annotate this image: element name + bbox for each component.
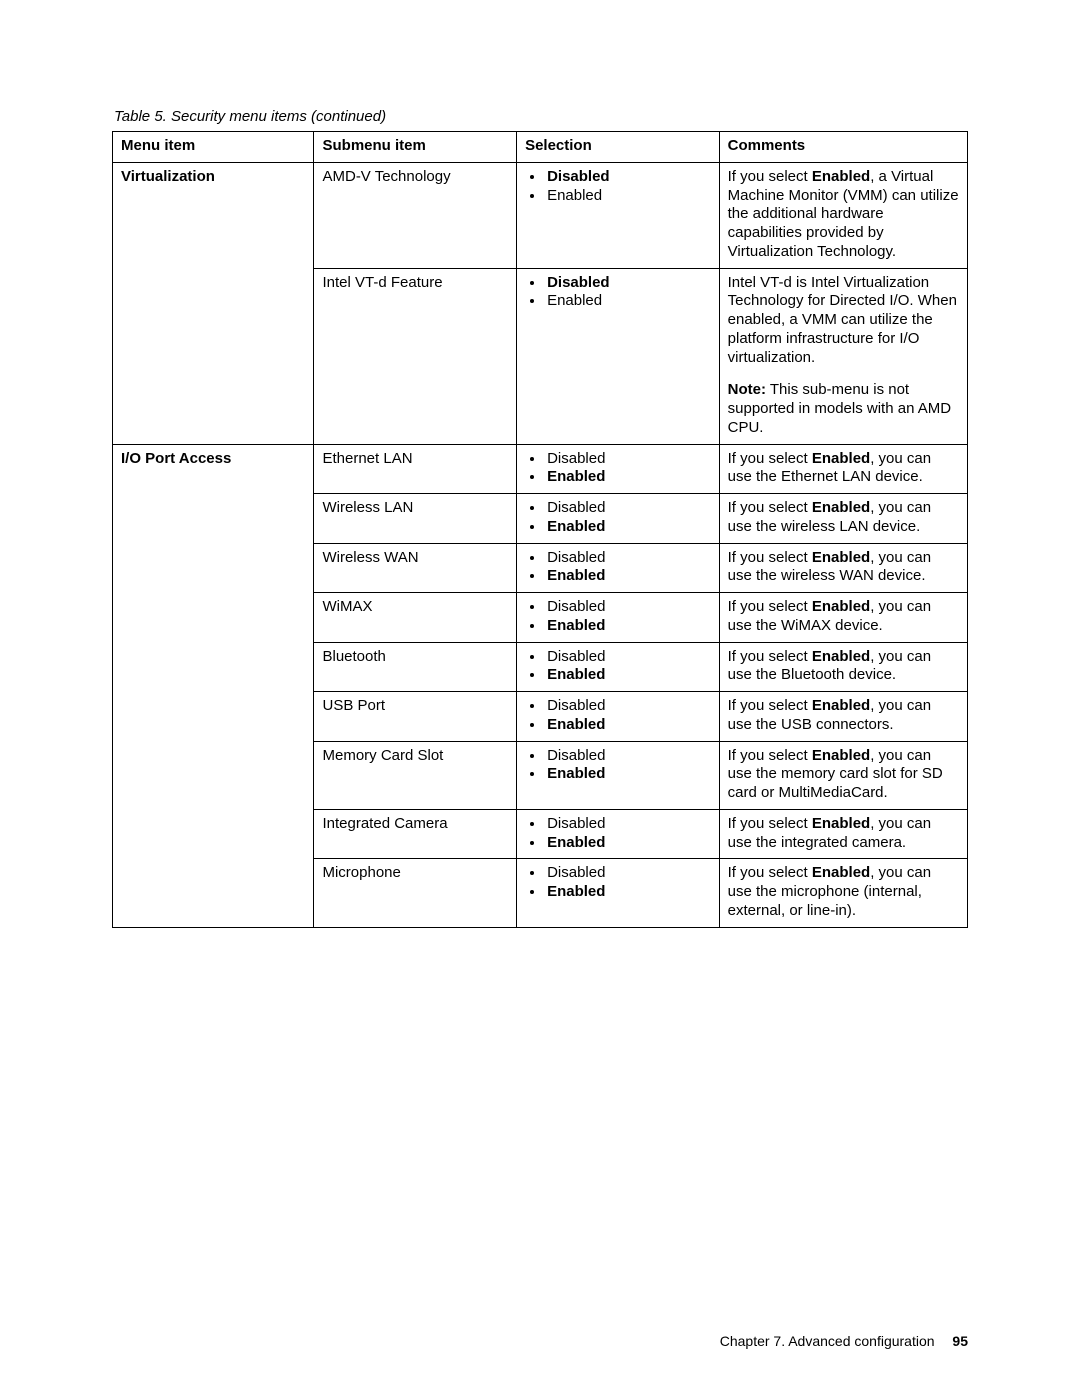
selection-option: Disabled: [545, 815, 711, 834]
selection-option: Enabled: [545, 468, 711, 487]
selection-option: Disabled: [545, 648, 711, 667]
selection-option: Enabled: [545, 765, 711, 784]
comments-cell: If you select Enabled, you can use the W…: [719, 593, 967, 643]
selection-option: Enabled: [545, 716, 711, 735]
comment-bold: Enabled: [812, 648, 870, 665]
menu-io-port-access: I/O Port Access: [113, 444, 314, 927]
submenu-integrated-camera: Integrated Camera: [314, 809, 517, 859]
selection-cell: Disabled Enabled: [517, 741, 720, 809]
table-header-row: Menu item Submenu item Selection Comment…: [113, 132, 968, 163]
comments-cell: If you select Enabled, you can use the m…: [719, 859, 967, 927]
comments-cell: If you select Enabled, a Virtual Machine…: [719, 162, 967, 268]
comment-bold: Enabled: [812, 864, 870, 881]
selection-option: Enabled: [545, 883, 711, 902]
selection-option: Enabled: [545, 187, 711, 206]
footer-chapter: Chapter 7. Advanced configuration: [720, 1333, 935, 1349]
submenu-wireless-lan: Wireless LAN: [314, 494, 517, 544]
submenu-amd-v: AMD-V Technology: [314, 162, 517, 268]
selection-cell: Disabled Enabled: [517, 859, 720, 927]
comment-bold: Enabled: [812, 815, 870, 832]
comment-text: If you select: [728, 815, 812, 832]
menu-virtualization: Virtualization: [113, 162, 314, 444]
submenu-microphone: Microphone: [314, 859, 517, 927]
submenu-ethernet-lan: Ethernet LAN: [314, 444, 517, 494]
comment-bold: Enabled: [812, 549, 870, 566]
comments-cell: If you select Enabled, you can use the w…: [719, 543, 967, 593]
table-row: I/O Port Access Ethernet LAN Disabled En…: [113, 444, 968, 494]
selection-option: Disabled: [545, 747, 711, 766]
submenu-memory-card-slot: Memory Card Slot: [314, 741, 517, 809]
comments-cell: If you select Enabled, you can use the m…: [719, 741, 967, 809]
comment-bold: Enabled: [812, 450, 870, 467]
page-footer: Chapter 7. Advanced configuration 95: [720, 1333, 968, 1349]
selection-cell: Disabled Enabled: [517, 593, 720, 643]
comment-text: If you select: [728, 499, 812, 516]
selection-option: Enabled: [545, 666, 711, 685]
comment-bold: Enabled: [812, 598, 870, 615]
comments-cell: If you select Enabled, you can use the i…: [719, 809, 967, 859]
selection-cell: Disabled Enabled: [517, 692, 720, 742]
selection-option: Enabled: [545, 617, 711, 636]
comment-bold: Enabled: [812, 499, 870, 516]
selection-option: Disabled: [545, 450, 711, 469]
note-label: Note:: [728, 381, 766, 398]
selection-option: Enabled: [545, 292, 711, 311]
comment-text: If you select: [728, 450, 812, 467]
selection-option: Enabled: [545, 518, 711, 537]
submenu-wimax: WiMAX: [314, 593, 517, 643]
selection-option: Disabled: [545, 499, 711, 518]
comments-cell: If you select Enabled, you can use the U…: [719, 692, 967, 742]
comment-bold: Enabled: [812, 747, 870, 764]
selection-option: Disabled: [545, 168, 711, 187]
selection-cell: Disabled Enabled: [517, 444, 720, 494]
selection-option: Enabled: [545, 567, 711, 586]
comment-bold: Enabled: [812, 697, 870, 714]
table-row: Virtualization AMD-V Technology Disabled…: [113, 162, 968, 268]
comment-bold: Enabled: [812, 168, 870, 185]
col-comments: Comments: [719, 132, 967, 163]
selection-cell: Disabled Enabled: [517, 809, 720, 859]
page: Table 5. Security menu items (continued)…: [0, 0, 1080, 1397]
submenu-intel-vtd: Intel VT-d Feature: [314, 268, 517, 444]
selection-cell: Disabled Enabled: [517, 642, 720, 692]
comments-cell: If you select Enabled, you can use the B…: [719, 642, 967, 692]
selection-cell: Disabled Enabled: [517, 268, 720, 444]
submenu-usb-port: USB Port: [314, 692, 517, 742]
selection-option: Disabled: [545, 549, 711, 568]
comment-text: If you select: [728, 549, 812, 566]
selection-option: Enabled: [545, 834, 711, 853]
comment-text: If you select: [728, 747, 812, 764]
selection-option: Disabled: [545, 598, 711, 617]
comment-text: If you select: [728, 598, 812, 615]
comment-text: If you select: [728, 168, 812, 185]
comment-text: Intel VT-d is Intel Virtualization Techn…: [728, 274, 959, 368]
submenu-bluetooth: Bluetooth: [314, 642, 517, 692]
col-submenu-item: Submenu item: [314, 132, 517, 163]
footer-page-number: 95: [952, 1333, 968, 1349]
comment-text: If you select: [728, 864, 812, 881]
selection-cell: Disabled Enabled: [517, 162, 720, 268]
comments-cell: If you select Enabled, you can use the E…: [719, 444, 967, 494]
col-selection: Selection: [517, 132, 720, 163]
comment-note: Note: This sub-menu is not supported in …: [728, 381, 959, 437]
submenu-wireless-wan: Wireless WAN: [314, 543, 517, 593]
comments-cell: Intel VT-d is Intel Virtualization Techn…: [719, 268, 967, 444]
comment-text: If you select: [728, 697, 812, 714]
comments-cell: If you select Enabled, you can use the w…: [719, 494, 967, 544]
selection-option: Disabled: [545, 697, 711, 716]
selection-cell: Disabled Enabled: [517, 494, 720, 544]
security-menu-table: Menu item Submenu item Selection Comment…: [112, 131, 968, 928]
selection-option: Disabled: [545, 274, 711, 293]
col-menu-item: Menu item: [113, 132, 314, 163]
comment-text: If you select: [728, 648, 812, 665]
selection-option: Disabled: [545, 864, 711, 883]
table-caption: Table 5. Security menu items (continued): [114, 108, 968, 125]
selection-cell: Disabled Enabled: [517, 543, 720, 593]
